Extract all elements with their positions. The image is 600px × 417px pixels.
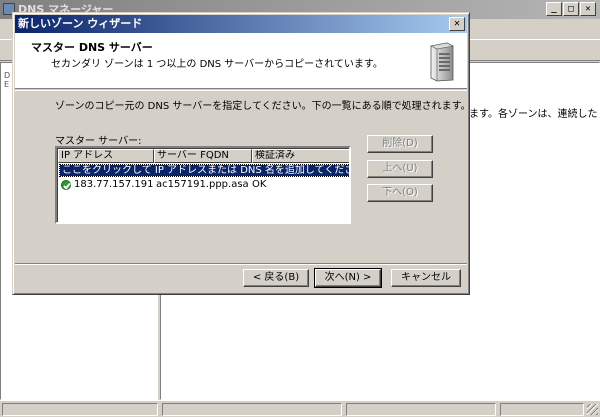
server-ip: 183.77.157.191 — [74, 179, 154, 190]
footer-separator — [15, 263, 467, 265]
column-header-fqdn[interactable]: サーバー FQDN — [154, 149, 252, 163]
server-validated-status: OK — [252, 179, 267, 190]
close-window-button[interactable]: ✕ — [580, 2, 596, 16]
status-pane — [2, 403, 158, 416]
resize-grip[interactable] — [587, 404, 598, 415]
status-pane — [500, 403, 584, 416]
column-header-ip[interactable]: IP アドレス — [58, 149, 154, 163]
move-up-button[interactable]: 上へ(U) — [367, 160, 433, 178]
column-header-validated[interactable]: 検証済み — [252, 149, 349, 163]
server-icon — [430, 42, 454, 82]
server-fqdn: ac157191.ppp.asahi-... — [156, 179, 248, 190]
instruction-text: ゾーンのコピー元の DNS サーバーを指定してください。下の一覧にある順で処理さ… — [55, 101, 471, 112]
status-bar — [0, 400, 600, 417]
back-button[interactable]: < 戻る(B) — [243, 269, 309, 287]
dialog-title: 新しいゾーン ウィザード — [18, 17, 143, 30]
dialog-titlebar[interactable]: 新しいゾーン ウィザード ✕ — [15, 15, 467, 33]
master-servers-label: マスター サーバー: — [55, 136, 142, 147]
table-row[interactable]: 183.77.157.191 ac157191.ppp.asahi-... OK — [58, 178, 349, 192]
move-down-button[interactable]: 下へ(O) — [367, 184, 433, 202]
delete-button[interactable]: 削除(D) — [367, 135, 433, 153]
check-icon — [61, 180, 71, 190]
tree-item[interactable]: E — [4, 80, 9, 89]
header-title: マスター DNS サーバー — [31, 41, 153, 54]
maximize-button[interactable]: □ — [563, 2, 579, 16]
list-header: IP アドレス サーバー FQDN 検証済み — [58, 149, 349, 163]
minimize-button[interactable]: _ — [546, 2, 562, 16]
dialog-close-button[interactable]: ✕ — [449, 17, 465, 31]
add-server-prompt[interactable]: ここをクリックして IP アドレスまたは DNS 名を追加してください — [60, 165, 349, 176]
cancel-button[interactable]: キャンセル — [391, 269, 461, 287]
master-servers-list[interactable]: IP アドレス サーバー FQDN 検証済み ここをクリックして IP アドレス… — [55, 146, 351, 224]
add-server-row[interactable]: ここをクリックして IP アドレスまたは DNS 名を追加してください — [59, 164, 349, 177]
status-pane — [162, 403, 342, 416]
status-pane — [346, 403, 496, 416]
new-zone-wizard-dialog: 新しいゾーン ウィザード ✕ マスター DNS サーバー セカンダリ ゾーンは … — [12, 12, 471, 295]
header-separator — [15, 90, 467, 91]
header-subtitle: セカンダリ ゾーンは 1 つ以上の DNS サーバーからコピーされています。 — [51, 59, 383, 70]
next-button[interactable]: 次へ(N) > — [314, 268, 382, 288]
tree-item[interactable]: D — [4, 71, 10, 80]
details-text: ます。各ゾーンは、連続した — [469, 109, 598, 120]
wizard-header: マスター DNS サーバー セカンダリ ゾーンは 1 つ以上の DNS サーバー… — [15, 33, 467, 89]
